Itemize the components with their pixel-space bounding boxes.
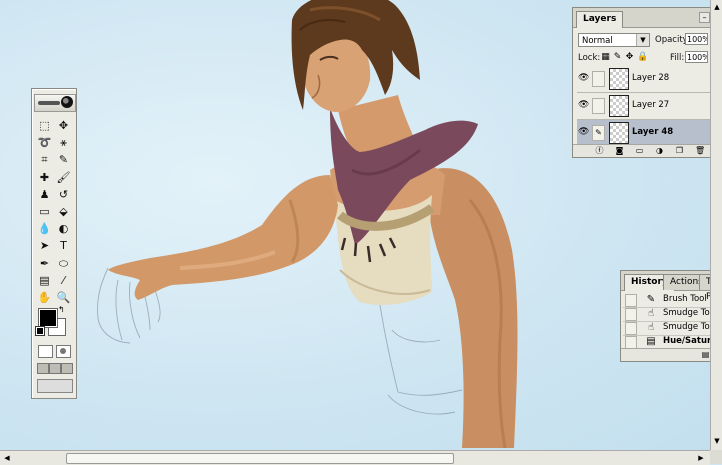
ellipse-tool-icon[interactable]: ⬭ [55, 255, 72, 272]
path-selection-tool-icon[interactable]: ➤ [36, 237, 53, 254]
vertical-scrollbar[interactable]: ▲ ▼ [710, 0, 722, 450]
smudge-tool-icon: ☝ [647, 308, 655, 319]
layers-palette: Layers – × Normal ▼ Opacity: 100% ▶ Lock… [572, 7, 722, 158]
adjustment-icon: ▤ [646, 336, 656, 347]
move-tool-icon[interactable]: ✥ [55, 117, 72, 134]
opacity-input[interactable]: 100% [685, 33, 708, 45]
scrollbar-corner [710, 450, 722, 464]
history-palette: History Actions Tool Pr ✎ Brush Tool ☝Smud… [620, 270, 722, 362]
history-source-box[interactable] [625, 294, 637, 307]
default-colors-icon[interactable] [35, 326, 45, 336]
lock-position-icon[interactable]: ✥ [625, 53, 634, 62]
toolbox-header-logo[interactable] [34, 94, 76, 112]
marquee-tool-icon[interactable]: ⬚ [36, 117, 53, 134]
zoom-tool-icon[interactable]: 🔍 [55, 289, 72, 306]
foreground-color-swatch[interactable] [38, 308, 58, 328]
scroll-right-icon[interactable]: ▶ [696, 453, 706, 463]
lock-all-icon[interactable]: 🔒 [637, 53, 648, 62]
new-layer-icon[interactable]: ❐ [675, 146, 684, 155]
fill-label: Fill: [670, 53, 685, 63]
layer-mask-icon[interactable]: ◙ [615, 146, 624, 155]
blend-mode-select[interactable]: Normal ▼ [578, 33, 650, 47]
hand-tool-icon[interactable]: ✋ [36, 289, 53, 306]
history-menu-icon[interactable]: ▤ [701, 350, 710, 359]
layer-row[interactable]: 👁 Layer 27 [577, 93, 710, 120]
lasso-tool-icon[interactable]: ➰ [36, 134, 53, 151]
new-group-icon[interactable]: ▭ [635, 146, 644, 155]
layer-style-icon[interactable]: ⓕ [595, 146, 604, 155]
paint-bucket-tool-icon[interactable]: ⬙ [55, 203, 72, 220]
layers-footer: ⓕ ◙ ▭ ◑ ❐ 🗑 [573, 144, 722, 157]
history-item[interactable]: ☝ Smudge Tool [623, 307, 722, 322]
lock-label: Lock: [578, 53, 601, 63]
scroll-up-icon[interactable]: ▲ [712, 2, 722, 12]
layer-row[interactable]: 👁 Layer 28 [577, 66, 710, 93]
fill-input[interactable]: 100% [685, 51, 708, 63]
layer-thumbnail [609, 68, 629, 90]
full-screen-menu-mode-button[interactable] [49, 363, 61, 374]
history-item[interactable]: ☝ Smudge Tool [623, 321, 722, 336]
brush-tool-icon[interactable]: 🖌 [55, 169, 72, 186]
visibility-eye-icon[interactable]: 👁 [578, 72, 589, 84]
feather-icon [38, 101, 60, 105]
visibility-eye-icon[interactable]: 👁 [578, 126, 589, 138]
jump-to-imageready-button[interactable] [37, 379, 73, 393]
full-screen-mode-button[interactable] [61, 363, 73, 374]
swap-colors-icon[interactable]: ↰ [58, 305, 65, 314]
layer-name: Layer 28 [632, 73, 670, 83]
dodge-tool-icon[interactable]: ◐ [55, 220, 72, 237]
layer-link-icon[interactable] [592, 71, 605, 87]
blend-mode-value: Normal [582, 36, 613, 46]
eye-logo-icon [61, 96, 73, 108]
lock-transparent-icon[interactable]: ▦ [601, 53, 610, 62]
layers-tab-bar: Layers – × [573, 8, 722, 28]
pen-tool-icon[interactable]: ✒ [36, 255, 53, 272]
smudge-tool-icon: ☝ [647, 322, 655, 333]
magic-wand-tool-icon[interactable]: ⚹ [55, 134, 72, 151]
layer-name: Layer 27 [632, 100, 670, 110]
history-item-label: Brush Tool [663, 294, 707, 304]
type-tool-icon[interactable]: T [55, 237, 72, 254]
healing-brush-tool-icon[interactable]: ✚ [36, 169, 53, 186]
history-source-box[interactable] [625, 322, 637, 335]
adjustment-layer-icon[interactable]: ◑ [655, 146, 664, 155]
notes-tool-icon[interactable]: ▤ [36, 272, 53, 289]
standard-screen-mode-button[interactable] [37, 363, 49, 374]
standard-mode-button[interactable] [38, 345, 53, 358]
blur-tool-icon[interactable]: 💧 [36, 220, 53, 237]
history-item[interactable]: ✎ Brush Tool [623, 293, 722, 308]
layer-link-icon[interactable] [592, 98, 605, 114]
horizontal-scrollbar[interactable]: ◀ ▶ [0, 450, 710, 465]
eyedropper-tool-icon[interactable]: ⁄ [55, 272, 72, 289]
brush-indicator-icon[interactable]: ✎ [592, 125, 605, 141]
scroll-left-icon[interactable]: ◀ [2, 453, 12, 463]
scroll-down-icon[interactable]: ▼ [712, 436, 722, 446]
layer-name: Layer 48 [632, 127, 674, 137]
chevron-down-icon: ▼ [636, 34, 649, 46]
layer-thumbnail [609, 122, 629, 144]
horizontal-scroll-thumb[interactable] [66, 453, 454, 464]
crop-tool-icon[interactable]: ⌗ [36, 151, 53, 168]
lock-image-icon[interactable]: ✎ [613, 53, 622, 62]
quick-mask-mode-button[interactable] [56, 345, 71, 358]
history-brush-tool-icon[interactable]: ↺ [55, 186, 72, 203]
slice-tool-icon[interactable]: ✎ [55, 151, 72, 168]
history-source-box[interactable] [625, 308, 637, 321]
clone-stamp-tool-icon[interactable]: ♟ [36, 186, 53, 203]
history-tab-bar: History Actions Tool Pr [621, 271, 722, 302]
layer-row[interactable]: 👁 ✎ Layer 48 [577, 120, 710, 147]
brush-tool-icon: ✎ [646, 294, 656, 305]
history-footer: ▤ [621, 348, 722, 361]
toolbox-panel: ⬚ ✥ ➰ ⚹ ⌗ ✎ ✚ 🖌 ♟ ↺ ▭ ⬙ 💧 ◐ ➤ T ✒ ⬭ ▤ ⁄ ✋ 🔍 ↰ [31, 88, 77, 399]
palette-minimize-icon[interactable]: – [699, 12, 710, 23]
delete-layer-icon[interactable]: 🗑 [695, 146, 705, 155]
layer-thumbnail [609, 95, 629, 117]
visibility-eye-icon[interactable]: 👁 [578, 99, 589, 111]
eraser-tool-icon[interactable]: ▭ [36, 203, 53, 220]
tab-layers[interactable]: Layers [576, 11, 624, 28]
